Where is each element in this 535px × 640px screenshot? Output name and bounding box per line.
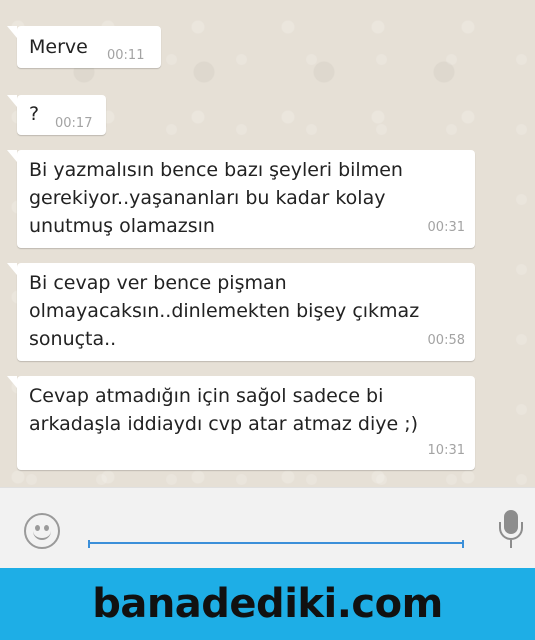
message-text: ? xyxy=(29,103,40,125)
message-bubble-1[interactable]: Merve 00:11 xyxy=(7,26,161,68)
message-time: 00:11 xyxy=(107,48,145,63)
mic-stem xyxy=(510,540,512,548)
input-underline-edge-right xyxy=(462,540,464,548)
watermark-text: banadediki.com xyxy=(92,581,443,627)
message-time: 00:31 xyxy=(427,220,465,235)
chat-area[interactable]: Merve 00:11 ? 00:17 Bi yazmalısın bence … xyxy=(0,0,535,487)
smiley-icon[interactable] xyxy=(24,513,60,549)
message-bubble-2[interactable]: ? 00:17 xyxy=(7,95,106,135)
input-underline-edge-left xyxy=(88,540,90,548)
message-time: 00:17 xyxy=(55,116,93,131)
message-time: 00:58 xyxy=(427,333,465,348)
message-bubble-3[interactable]: Bi yazmalısın bence bazı şeyleri bilmen … xyxy=(7,150,475,248)
message-bubble-4[interactable]: Bi cevap ver bence pişman olmayacaksın..… xyxy=(7,263,475,361)
message-composer xyxy=(0,487,535,568)
message-text: Bi yazmalısın bence bazı şeyleri bilmen … xyxy=(29,159,403,237)
message-text: Cevap atmadığın için sağol sadece bi ark… xyxy=(29,385,419,435)
message-text: Bi cevap ver bence pişman olmayacaksın..… xyxy=(29,272,420,350)
message-bubble-5[interactable]: Cevap atmadığın için sağol sadece bi ark… xyxy=(7,376,475,470)
message-time: 10:31 xyxy=(427,443,465,458)
mic-arc xyxy=(499,522,523,540)
microphone-icon[interactable] xyxy=(496,510,526,552)
message-text: Merve xyxy=(29,36,88,58)
message-input[interactable] xyxy=(88,508,464,544)
smiley-mouth xyxy=(33,529,51,540)
watermark-banner: banadediki.com xyxy=(0,568,535,640)
